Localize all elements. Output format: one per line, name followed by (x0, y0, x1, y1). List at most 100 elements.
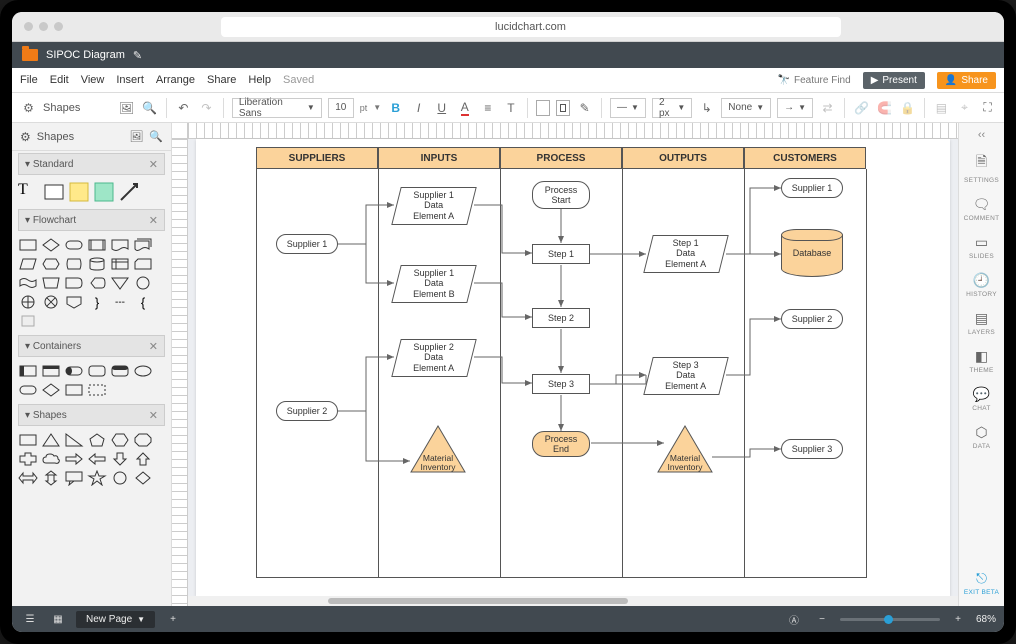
traffic-light-zoom[interactable] (54, 22, 63, 31)
close-icon[interactable]: ✕ (149, 214, 158, 227)
cross-shape[interactable] (18, 451, 38, 467)
col-process[interactable]: PROCESS (500, 147, 622, 169)
brace-shape[interactable]: } (87, 294, 107, 310)
close-icon[interactable]: ✕ (149, 340, 158, 353)
section-containers[interactable]: ▾ Containers✕ (18, 335, 165, 357)
menu-file[interactable]: File (20, 74, 38, 86)
navigate-icon[interactable]: ⌖ (956, 98, 973, 118)
hexagon-shape[interactable] (41, 256, 61, 272)
step-3[interactable]: Step 3 (532, 374, 590, 394)
multidoc-shape[interactable] (133, 237, 153, 253)
menu-view[interactable]: View (81, 74, 105, 86)
section-flowchart[interactable]: ▾ Flowchart✕ (18, 209, 165, 231)
line-end-select[interactable]: →▼ (777, 98, 813, 118)
outline-icon[interactable]: ☰ (20, 610, 40, 628)
swap-ends-icon[interactable]: ⇄ (819, 98, 836, 118)
container-shape[interactable] (110, 363, 130, 379)
arrow-right-shape[interactable] (64, 451, 84, 467)
tape-shape[interactable] (18, 275, 38, 291)
zoom-in-icon[interactable]: + (948, 610, 968, 628)
zoom-value[interactable]: 68% (976, 614, 996, 625)
customer-db[interactable]: Database (781, 229, 843, 277)
rect-shape[interactable] (18, 432, 38, 448)
lock-icon[interactable]: 🔒 (899, 98, 916, 118)
collapse-icon[interactable]: ‹‹ (978, 129, 985, 141)
menu-help[interactable]: Help (248, 74, 271, 86)
container-shape[interactable] (18, 363, 38, 379)
output-2[interactable]: Step 3DataElement A (643, 357, 728, 395)
callout-shape[interactable] (64, 470, 84, 486)
border-swatch[interactable] (556, 100, 570, 116)
arrow-down-shape[interactable] (110, 451, 130, 467)
underline-button[interactable]: U (433, 98, 450, 118)
zoom-out-icon[interactable]: − (812, 610, 832, 628)
connector-shape[interactable] (133, 275, 153, 291)
block-shape[interactable] (43, 181, 65, 203)
output-1[interactable]: Step 1DataElement A (643, 235, 728, 273)
rename-icon[interactable]: ✎ (133, 49, 142, 62)
pencil-icon[interactable]: ✎ (576, 98, 593, 118)
container-shape[interactable] (18, 382, 38, 398)
close-icon[interactable]: ✕ (149, 158, 158, 171)
zoom-slider[interactable] (840, 618, 940, 621)
input-3[interactable]: Supplier 2DataElement A (391, 339, 476, 377)
settings-tab[interactable]: 🗎SETTINGS (959, 147, 1004, 188)
internal-shape[interactable] (110, 256, 130, 272)
align-button[interactable]: ≡ (479, 98, 496, 118)
comment-shape[interactable]: --- (110, 294, 130, 310)
container-shape[interactable] (133, 363, 153, 379)
data-shape[interactable] (64, 256, 84, 272)
close-icon[interactable]: ✕ (149, 409, 158, 422)
text-format-button[interactable]: T (502, 98, 519, 118)
canvas-area[interactable]: SUPPLIERS INPUTS PROCESS OUTPUTS CUSTOME… (172, 123, 958, 606)
shapes-label[interactable]: Shapes (43, 102, 80, 114)
text-color-button[interactable]: A (456, 98, 473, 118)
document-shape[interactable] (110, 237, 130, 253)
italic-button[interactable]: I (410, 98, 427, 118)
menu-insert[interactable]: Insert (116, 74, 144, 86)
sipoc-diagram[interactable]: SUPPLIERS INPUTS PROCESS OUTPUTS CUSTOME… (196, 139, 950, 596)
supplier-1[interactable]: Supplier 1 (276, 234, 338, 254)
new-page-button[interactable]: New Page▼ (76, 611, 155, 628)
supplier-2[interactable]: Supplier 2 (276, 401, 338, 421)
url-bar[interactable]: lucidchart.com (221, 17, 841, 37)
sum-shape[interactable] (41, 294, 61, 310)
diamond-shape[interactable] (133, 470, 153, 486)
diamond-shape[interactable] (41, 237, 61, 253)
note-shape[interactable] (18, 313, 38, 329)
line-routing-icon[interactable]: ↳ (698, 98, 715, 118)
font-select[interactable]: Liberation Sans▼ (232, 98, 322, 118)
doc-title[interactable]: SIPOC Diagram (46, 49, 125, 61)
arrow-up-shape[interactable] (133, 451, 153, 467)
line-shape[interactable] (118, 181, 140, 203)
step-1[interactable]: Step 1 (532, 244, 590, 264)
menu-share[interactable]: Share (207, 74, 236, 86)
menu-edit[interactable]: Edit (50, 74, 69, 86)
predef-shape[interactable] (87, 237, 107, 253)
delay-shape[interactable] (64, 275, 84, 291)
layers-tab[interactable]: ▤LAYERS (959, 306, 1004, 340)
line-width-select[interactable]: 2 px▼ (652, 98, 692, 118)
theme-tab[interactable]: ◧THEME (959, 344, 1004, 378)
hotspot-shape[interactable] (93, 181, 115, 203)
input-2[interactable]: Supplier 1DataElement B (391, 265, 476, 303)
offpage-shape[interactable] (64, 294, 84, 310)
add-page-icon[interactable]: + (163, 610, 183, 628)
octagon-shape[interactable] (133, 432, 153, 448)
cloud-shape[interactable] (41, 451, 61, 467)
container-shape[interactable] (41, 382, 61, 398)
col-customers[interactable]: CUSTOMERS (744, 147, 866, 169)
customer-1[interactable]: Supplier 1 (781, 178, 843, 198)
arrow-left-shape[interactable] (87, 451, 107, 467)
present-button[interactable]: ▶Present (863, 72, 925, 89)
process-end[interactable]: ProcessEnd (532, 431, 590, 457)
terminator-shape[interactable] (64, 237, 84, 253)
magnet-icon[interactable]: 🧲 (876, 98, 893, 118)
pentagon-shape[interactable] (87, 432, 107, 448)
brace2-shape[interactable]: { (133, 294, 153, 310)
grid-icon[interactable]: ▦ (48, 610, 68, 628)
container-shape[interactable] (87, 382, 107, 398)
menu-arrange[interactable]: Arrange (156, 74, 195, 86)
input-1[interactable]: Supplier 1DataElement A (391, 187, 476, 225)
io-shape[interactable] (18, 256, 38, 272)
